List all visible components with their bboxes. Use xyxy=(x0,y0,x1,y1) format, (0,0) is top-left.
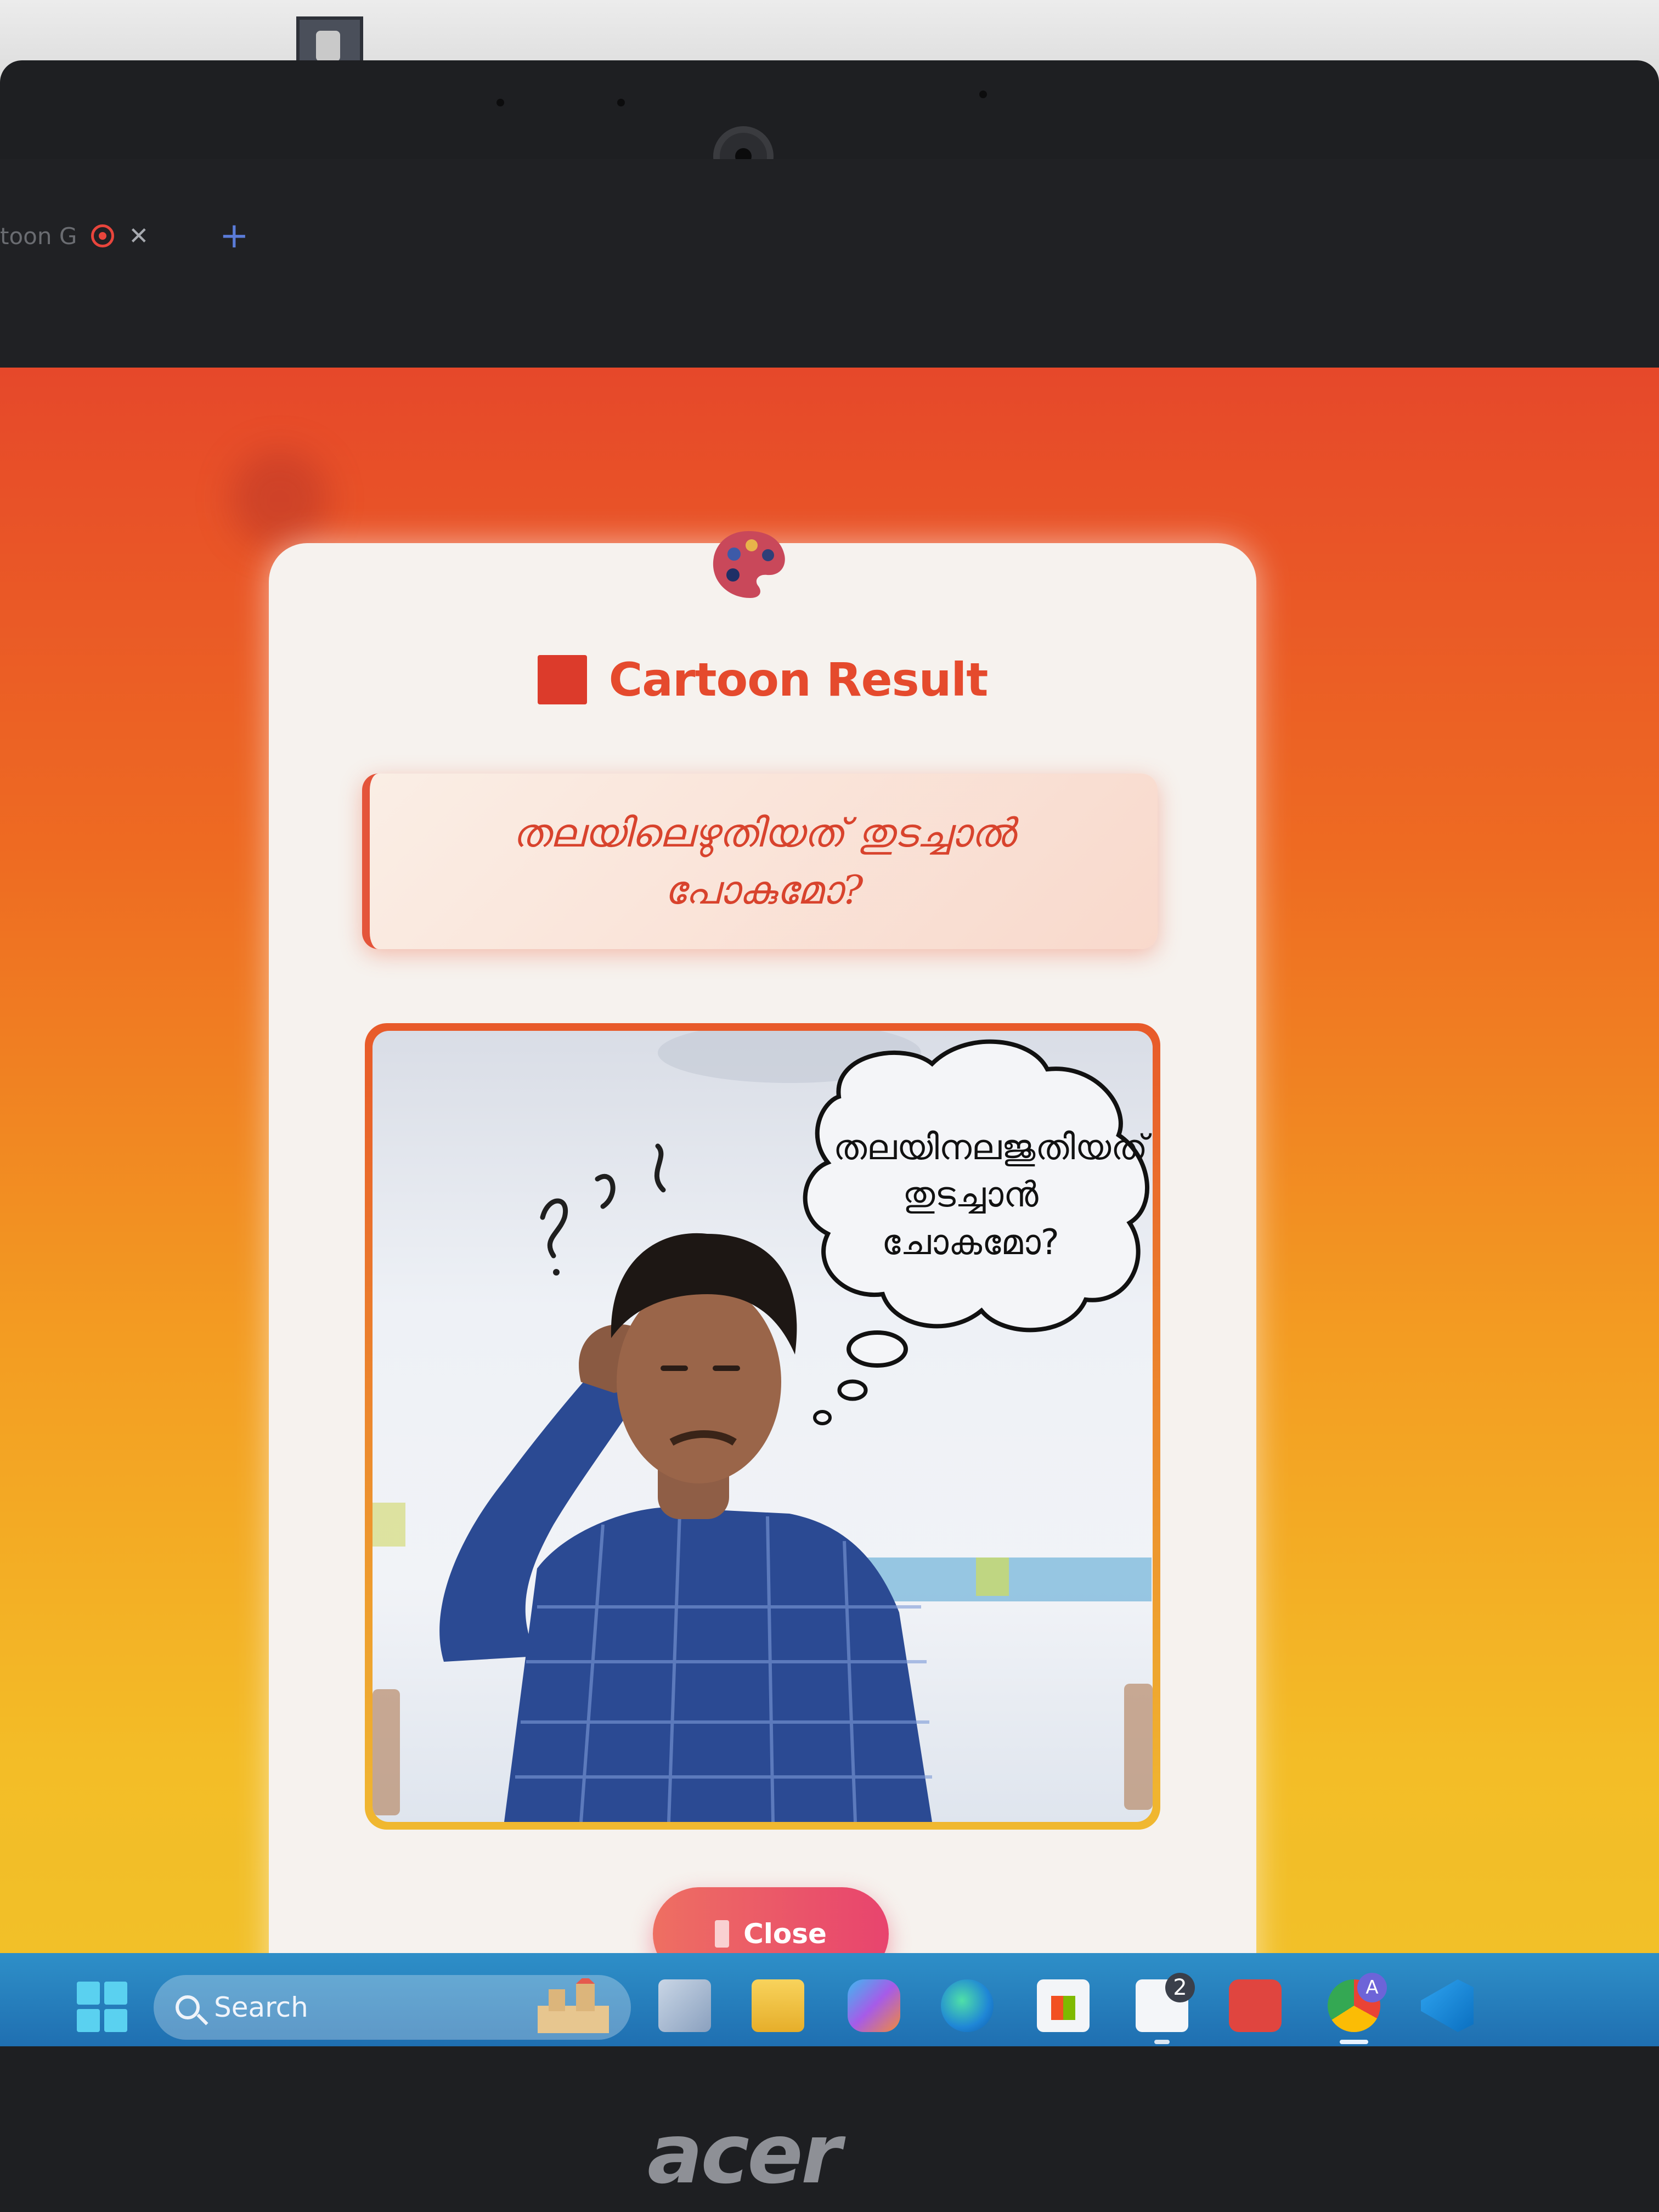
chrome-icon[interactable]: A xyxy=(1328,1973,1387,2044)
profile-badge: A xyxy=(1357,1973,1387,2002)
cartoon-image: തലയിനലജുതിയത് തുടച്ചാൻ ചോകമോ? xyxy=(373,1031,1153,1822)
screen: toon G ✕ + Cartoon Result തലയിലെഴുതിയത് … xyxy=(0,159,1659,2046)
store-icon[interactable] xyxy=(1037,1979,1090,2032)
sandcastle-icon xyxy=(538,1978,609,2033)
file-explorer-icon[interactable] xyxy=(752,1979,804,2032)
tab-title: toon G xyxy=(0,222,77,250)
sensor-dot xyxy=(979,91,987,98)
task-view-icon[interactable] xyxy=(658,1979,711,2032)
active-indicator xyxy=(1340,2040,1368,2044)
recording-icon xyxy=(91,224,115,247)
shirt-shape xyxy=(504,1507,932,1822)
face-shape xyxy=(617,1280,781,1483)
browser-tab-strip: toon G ✕ + xyxy=(0,159,1659,368)
app-power-icon[interactable] xyxy=(1229,1979,1282,2032)
windows-start-icon[interactable] xyxy=(77,1982,127,2032)
running-indicator xyxy=(1154,2040,1170,2044)
edge-icon[interactable] xyxy=(941,1979,994,2032)
vscode-icon[interactable] xyxy=(1421,1979,1474,2032)
running-indicator xyxy=(1440,2040,1455,2044)
copilot-icon[interactable] xyxy=(848,1979,900,2032)
laptop-brand-logo: acer xyxy=(647,2107,842,2202)
windows-taskbar: Search 2 A xyxy=(0,1953,1659,2046)
modal-header: Cartoon Result xyxy=(269,653,1256,707)
notes-icon[interactable]: 2 xyxy=(1136,1973,1195,2044)
modal-title: Cartoon Result xyxy=(608,653,989,707)
taskbar-search[interactable]: Search xyxy=(154,1975,631,2040)
palette-icon xyxy=(713,531,785,598)
sensor-dot xyxy=(617,99,625,106)
sensor-dot xyxy=(496,99,504,106)
result-modal: Cartoon Result തലയിലെഴുതിയത് തുടച്ചാൽ പോ… xyxy=(269,531,1256,2046)
thought-bubble-text: തലയിനലജുതിയത് തുടച്ചാൻ ചോകമോ? xyxy=(833,1127,1148,1263)
search-label: Search xyxy=(214,1991,308,2023)
search-icon xyxy=(176,1995,200,2019)
browser-tab[interactable]: toon G ✕ xyxy=(0,203,181,269)
title-icon xyxy=(537,655,587,704)
close-button-icon xyxy=(715,1920,730,1948)
notification-badge: 2 xyxy=(1165,1973,1195,2002)
chair-shape xyxy=(1124,1684,1153,1810)
cartoon-image-frame: തലയിനലജുതിയത് തുടച്ചാൻ ചോകമോ? xyxy=(365,1023,1160,1830)
decorative-blob xyxy=(230,450,329,549)
new-tab-button[interactable]: + xyxy=(219,203,249,269)
question-text: തലയിലെഴുതിയത് തുടച്ചാൽ പോകുമോ? xyxy=(512,809,1015,913)
question-box: തലയിലെഴുതിയത് തുടച്ചാൽ പോകുമോ? xyxy=(362,774,1158,949)
tab-close-icon[interactable]: ✕ xyxy=(128,222,149,250)
close-button-label: Close xyxy=(743,1918,827,1950)
page-background: Cartoon Result തലയിലെഴുതിയത് തുടച്ചാൽ പോ… xyxy=(0,368,1659,2046)
